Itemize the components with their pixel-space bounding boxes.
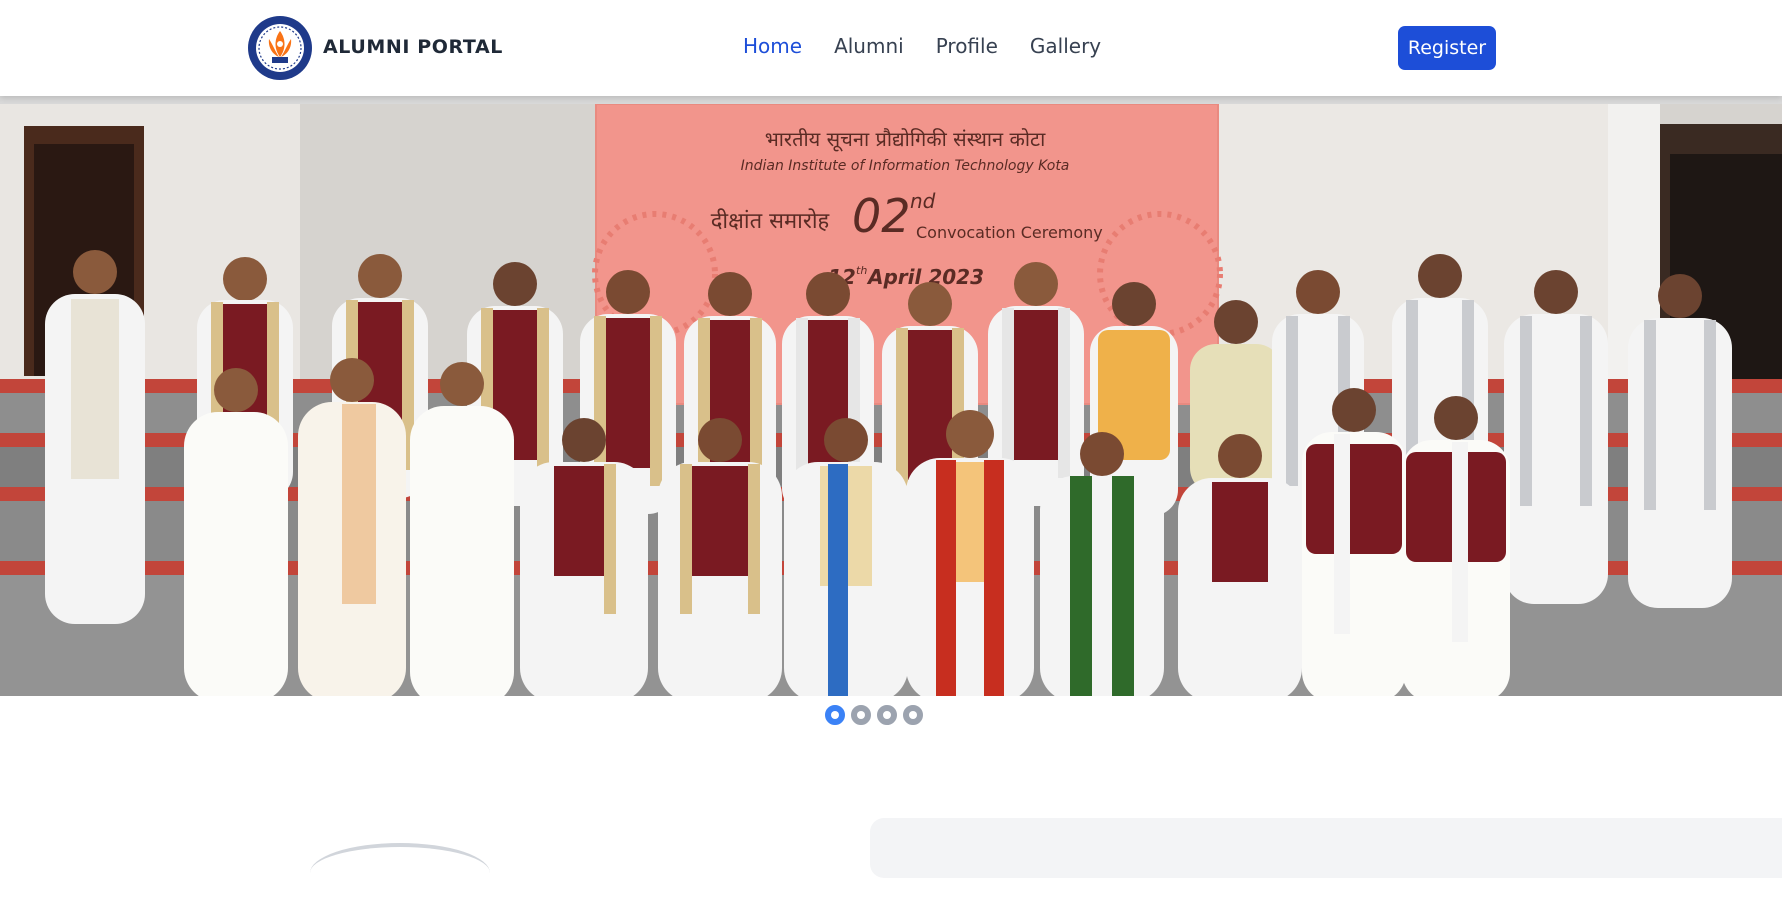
main-nav: Home Alumni Profile Gallery [743,34,1101,58]
register-button[interactable]: Register [1398,26,1496,70]
brand-name[interactable]: ALUMNI PORTAL [323,36,503,58]
navbar-shadow-strip [0,96,1782,104]
svg-text:Indian Institute of Informatio: Indian Institute of Information Technolo… [741,158,1070,174]
hero-carousel-slide[interactable]: भारतीय सूचना प्रौद्योगिकी संस्थान कोटा I… [0,104,1782,696]
top-navbar: ALUMNI PORTAL Home Alumni Profile Galler… [0,0,1782,96]
nav-profile-link[interactable]: Profile [936,34,998,58]
section-image-partial [310,843,490,903]
carousel-dot-2[interactable] [851,705,871,725]
carousel-dot-3[interactable] [877,705,897,725]
svg-text:th: th [856,264,867,277]
nav-home-link[interactable]: Home [743,34,802,58]
svg-text:02: 02 [852,189,911,243]
svg-text:nd: nd [910,189,936,213]
carousel-dot-1[interactable] [825,705,845,725]
svg-text:भारतीय सूचना प्रौद्योगिकी संस्: भारतीय सूचना प्रौद्योगिकी संस्थान कोटा [765,127,1046,152]
svg-text:दीक्षांत समारोह: दीक्षांत समारोह [711,208,830,234]
nav-gallery-link[interactable]: Gallery [1030,34,1101,58]
carousel-dot-4[interactable] [903,705,923,725]
nav-alumni-link[interactable]: Alumni [834,34,904,58]
svg-text:Convocation Ceremony: Convocation Ceremony [916,223,1103,242]
section-card-partial [870,818,1782,878]
institute-logo-icon[interactable] [248,16,312,80]
convocation-group-photo: भारतीय सूचना प्रौद्योगिकी संस्थान कोटा I… [0,104,1782,696]
carousel-indicators [825,705,923,725]
